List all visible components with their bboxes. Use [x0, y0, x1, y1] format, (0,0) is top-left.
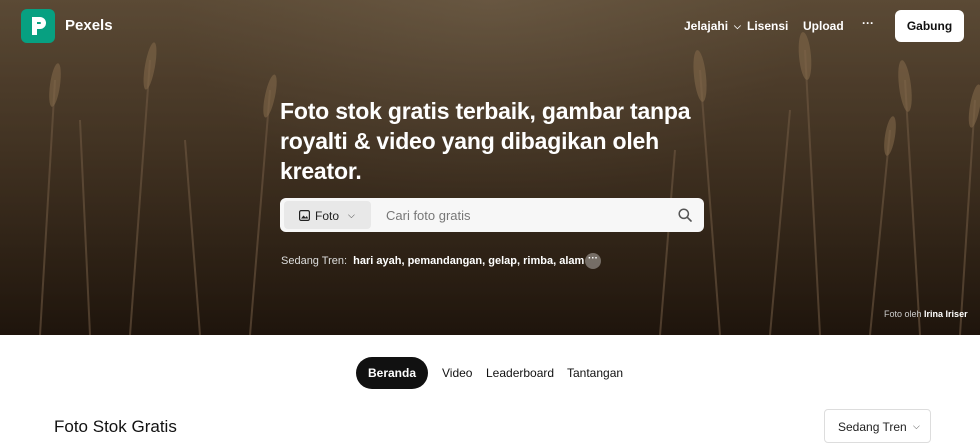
trending-label: Sedang Tren:: [281, 255, 348, 267]
search-bar: Foto ⌵: [280, 198, 704, 232]
pexels-logo-icon[interactable]: [21, 9, 55, 43]
trending-tag[interactable]: pemandangan: [408, 255, 483, 267]
join-button[interactable]: Gabung: [895, 10, 964, 42]
sort-label: Sedang Tren: [838, 420, 907, 434]
image-icon: [299, 210, 310, 221]
chevron-down-icon: ⌵: [734, 21, 741, 31]
credit-prefix: Foto oleh: [884, 309, 922, 319]
trending-tag[interactable]: rimba: [523, 255, 553, 267]
search-icon[interactable]: [678, 208, 692, 222]
tab-home[interactable]: Beranda: [356, 357, 428, 389]
tab-video[interactable]: Video: [442, 357, 472, 389]
nav-explore-label: Jelajahi: [684, 19, 729, 33]
nav-more-menu[interactable]: ···: [862, 16, 874, 30]
media-type-label: Foto: [315, 209, 340, 223]
trending-searches: Sedang Tren: hari ayah, pemandangan, gel…: [281, 255, 585, 267]
nav-license[interactable]: Lisensi: [747, 19, 788, 33]
photo-credit: Foto oleh Irina Iriser: [884, 309, 968, 319]
trending-tag[interactable]: alam: [559, 255, 584, 267]
trending-tag[interactable]: hari ayah: [353, 255, 401, 267]
nav-explore[interactable]: Jelajahi ⌵: [684, 19, 741, 33]
brand-name[interactable]: Pexels: [65, 17, 113, 34]
tab-leaderboard[interactable]: Leaderboard: [486, 357, 554, 389]
chevron-down-icon: ⌵: [913, 421, 920, 431]
tab-challenges[interactable]: Tantangan: [567, 357, 623, 389]
chevron-down-icon: ⌵: [348, 210, 355, 220]
sort-dropdown[interactable]: Sedang Tren ⌵: [824, 409, 931, 443]
nav-upload[interactable]: Upload: [803, 19, 844, 33]
section-title: Foto Stok Gratis: [54, 417, 177, 436]
hero-headline: Foto stok gratis terbaik, gambar tanpa r…: [280, 98, 691, 184]
search-input[interactable]: [380, 198, 660, 232]
more-dots-icon[interactable]: ···: [585, 253, 601, 269]
credit-author[interactable]: Irina Iriser: [924, 309, 968, 319]
trending-tag[interactable]: gelap: [488, 255, 517, 267]
media-type-dropdown[interactable]: Foto ⌵: [284, 201, 371, 229]
